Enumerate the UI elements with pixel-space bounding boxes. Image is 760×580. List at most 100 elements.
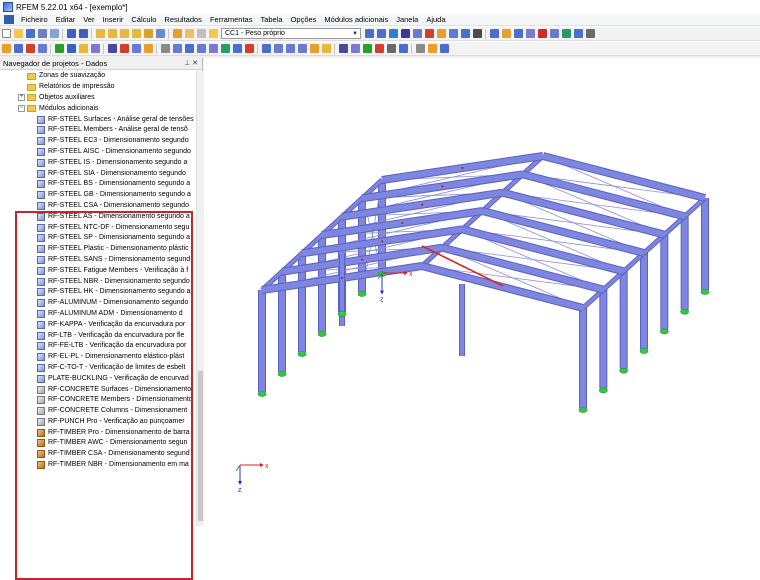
tree-module-item[interactable]: RF-CONCRETE Columns - Dimensionament: [0, 406, 196, 417]
surface-load-icon[interactable]: [131, 44, 141, 53]
measure-icon[interactable]: [513, 29, 523, 38]
menu-ficheiro[interactable]: Ficheiro: [17, 15, 52, 24]
view-y-icon[interactable]: [285, 44, 295, 53]
menu-modulos-adicionais[interactable]: Módulos adicionais: [320, 15, 392, 24]
tree-module-item[interactable]: RF-STEEL Surfaces - Análise geral de ten…: [0, 114, 196, 125]
tree-module-item[interactable]: RF-CONCRETE Members - Dimensionamento: [0, 395, 196, 406]
tree-module-item[interactable]: RF-ALUMINUM ADM - Dimensionamento d: [0, 309, 196, 320]
values-icon[interactable]: [424, 29, 434, 38]
loads-display-icon[interactable]: [400, 29, 410, 38]
menu-inserir[interactable]: Inserir: [99, 15, 128, 24]
options-icon[interactable]: [585, 29, 595, 38]
select-icon[interactable]: [489, 29, 499, 38]
tree-module-item[interactable]: RF-PUNCH Pro - Verificação ao punçoamer: [0, 417, 196, 428]
tree-module-item[interactable]: RF-STEEL SANS - Dimensionamento segund: [0, 255, 196, 266]
support-icon[interactable]: [54, 44, 64, 53]
surface-icon[interactable]: [78, 44, 88, 53]
navigator-pin-close-icon[interactable]: ⊥ ✕: [184, 59, 198, 67]
menu-opcoes[interactable]: Opções: [287, 15, 321, 24]
result-diagram-icon[interactable]: [448, 29, 458, 38]
model-viewport[interactable]: x z x z: [204, 58, 760, 526]
menu-editar[interactable]: Editar: [52, 15, 80, 24]
wireframe-icon[interactable]: [338, 44, 348, 53]
document-menu-icon[interactable]: [4, 15, 14, 24]
menu-ver[interactable]: Ver: [79, 15, 98, 24]
next-case-icon[interactable]: [376, 29, 386, 38]
tree-module-item[interactable]: RF-TIMBER Pro - Dimensionamento de barra: [0, 427, 196, 438]
coordinate-system-icon[interactable]: [398, 44, 408, 53]
tree-module-item[interactable]: RF-STEEL SP - Dimensionamento segundo a: [0, 233, 196, 244]
tree-module-item[interactable]: RF-STEEL AISC - Dimensionamento segundo: [0, 147, 196, 158]
tree-module-item[interactable]: RF-STEEL HK - Dimensionamento segundo a: [0, 287, 196, 298]
model-data-icon[interactable]: [95, 29, 105, 38]
tree-folder-row[interactable]: Relatórios de impressão: [0, 82, 196, 93]
tree-module-item[interactable]: RF-CONCRETE Surfaces - Dimensionamento: [0, 384, 196, 395]
view-iso-icon[interactable]: [261, 44, 271, 53]
load-case-select[interactable]: CC1 - Peso próprio ▼: [221, 28, 361, 39]
numbering-icon[interactable]: [362, 44, 372, 53]
section-icon[interactable]: [460, 29, 470, 38]
tree-module-item[interactable]: RF-C-TO-T - Verificação de limites de es…: [0, 363, 196, 374]
new-file-icon[interactable]: [1, 29, 11, 38]
copy-icon[interactable]: [160, 44, 170, 53]
intersect-icon[interactable]: [244, 44, 254, 53]
node-icon[interactable]: [13, 44, 23, 53]
solid-icon[interactable]: [90, 44, 100, 53]
member-load-icon[interactable]: [119, 44, 129, 53]
load-data-icon[interactable]: [107, 29, 117, 38]
menu-ferramentas[interactable]: Ferramentas: [206, 15, 257, 24]
tree-module-item[interactable]: RF-TIMBER AWC - Dimensionamento segun: [0, 438, 196, 449]
tree-module-item[interactable]: RF-STEEL GB - Dimensionamento segundo a: [0, 190, 196, 201]
tree-module-item[interactable]: RF-ALUMINUM - Dimensionamento segundo: [0, 298, 196, 309]
arrow-tool-icon[interactable]: [1, 44, 11, 53]
tree-module-item[interactable]: RF-STEEL Members - Análise geral de tens…: [0, 125, 196, 136]
snap-icon[interactable]: [386, 44, 396, 53]
tree-module-item[interactable]: PLATE-BUCKLING - Verificação de encurvad: [0, 373, 196, 384]
tree-module-item[interactable]: RF-STEEL NBR - Dimensionamento segundo: [0, 276, 196, 287]
tree-module-item[interactable]: RF-EL-PL - Dimensionamento elástico-plás…: [0, 352, 196, 363]
print-preview-icon[interactable]: [49, 29, 59, 38]
tree-folder-row[interactable]: Zonas de suavização: [0, 71, 196, 82]
display-icon[interactable]: [573, 29, 583, 38]
tree-module-item[interactable]: RF-STEEL Fatigue Members - Verificação à…: [0, 265, 196, 276]
grid-icon[interactable]: [374, 44, 384, 53]
expand-icon[interactable]: +: [18, 94, 25, 102]
previous-case-icon[interactable]: [364, 29, 374, 38]
report-icon[interactable]: [131, 29, 141, 38]
calculate-icon[interactable]: [155, 29, 165, 38]
line-icon[interactable]: [25, 44, 35, 53]
visibility-icon[interactable]: [439, 44, 449, 53]
save-icon[interactable]: [25, 29, 35, 38]
undo-icon[interactable]: [66, 29, 76, 38]
zoom-all-icon[interactable]: [309, 44, 319, 53]
load-case-icon[interactable]: [208, 29, 218, 38]
solid-model-icon[interactable]: [350, 44, 360, 53]
show-results-icon[interactable]: [388, 29, 398, 38]
zoom-window-icon[interactable]: [321, 44, 331, 53]
tree-module-item[interactable]: RF-STEEL BS - Dimensionamento segundo a: [0, 179, 196, 190]
delete-icon[interactable]: [537, 29, 547, 38]
view-z-icon[interactable]: [297, 44, 307, 53]
tree-module-item[interactable]: RF-STEEL Plastic - Dimensionamento plást…: [0, 244, 196, 255]
rotate-icon[interactable]: [184, 44, 194, 53]
comment-icon[interactable]: [427, 44, 437, 53]
tree-folder-row[interactable]: + Objetos auxiliares: [0, 93, 196, 104]
tree-module-item[interactable]: RF-KAPPA - Verificação da encurvadura po…: [0, 319, 196, 330]
connect-icon[interactable]: [232, 44, 242, 53]
redo-icon[interactable]: [78, 29, 88, 38]
mirror-icon[interactable]: [196, 44, 206, 53]
menu-tabela[interactable]: Tabela: [256, 15, 286, 24]
window-icon[interactable]: [196, 29, 206, 38]
tree-module-item[interactable]: RF-LTB - Verificação da encurvadura por …: [0, 330, 196, 341]
structure-3d-view[interactable]: x z x z: [204, 58, 760, 526]
tree-module-item[interactable]: RF-STEEL IS - Dimensionamento segundo a: [0, 157, 196, 168]
menu-calculo[interactable]: Cálculo: [127, 15, 160, 24]
move-icon[interactable]: [172, 44, 182, 53]
tree-module-item[interactable]: RF-STEEL AS - Dimensionamento segundo a: [0, 211, 196, 222]
scrollbar-thumb[interactable]: [198, 371, 203, 521]
tree-module-item[interactable]: RF-TIMBER CSA - Dimensionamento segund: [0, 449, 196, 460]
tables-icon[interactable]: [143, 29, 153, 38]
tree-module-item[interactable]: RF-STEEL NTC-DF - Dimensionamento segu: [0, 222, 196, 233]
results-icon[interactable]: [119, 29, 129, 38]
divide-icon[interactable]: [220, 44, 230, 53]
